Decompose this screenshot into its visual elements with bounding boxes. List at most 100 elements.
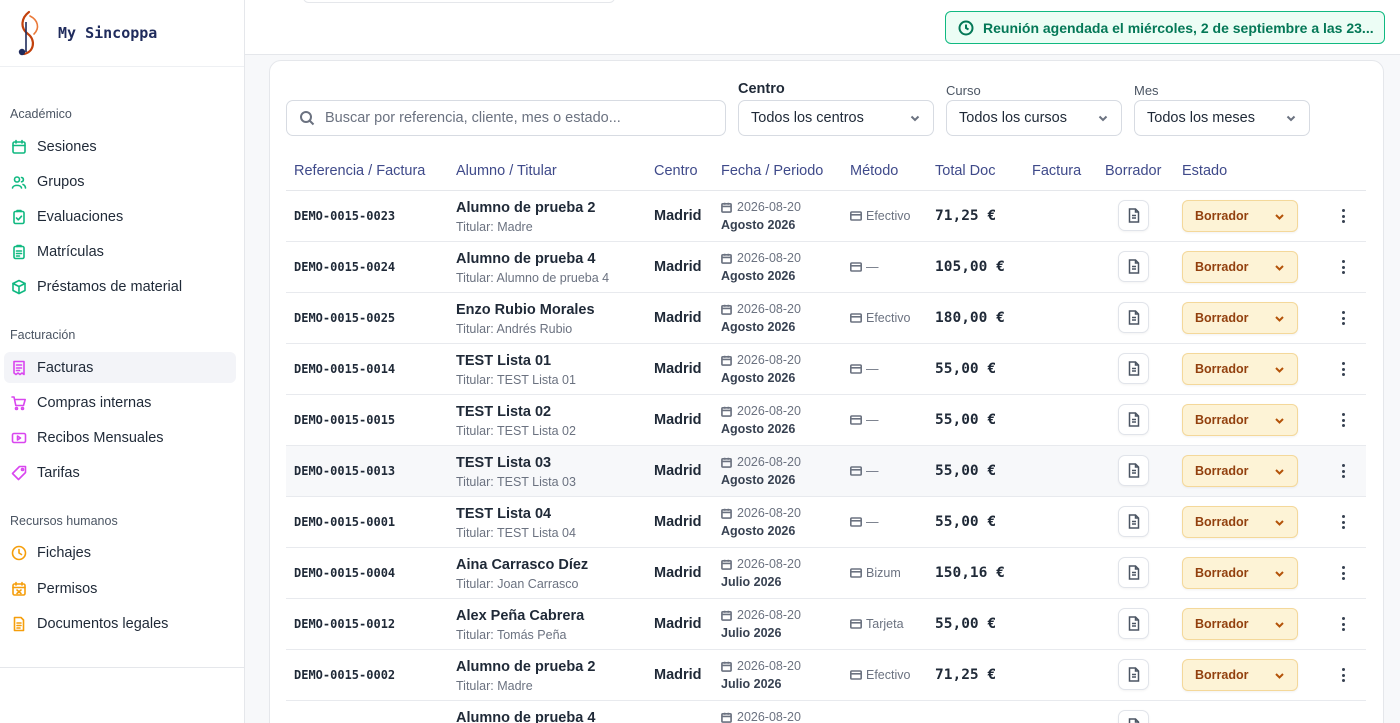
table-row[interactable]: Alumno de prueba 4 2026-08-20 [286,701,1366,723]
sidebar-item-compras-internas[interactable]: Compras internas [4,387,236,418]
row-actions-button[interactable] [1336,613,1350,635]
col-alumno[interactable]: Alumno / Titular [456,163,557,179]
row-actions-button[interactable] [1336,664,1350,686]
account-holder: Titular: Alumno de prueba 4 [456,271,610,285]
draft-document-button[interactable] [1118,251,1149,282]
table-row[interactable]: DEMO-0015-0025 Enzo Rubio Morales Titular:… [286,293,1366,344]
row-actions-button[interactable] [1336,256,1350,278]
sidebar-item-grupos[interactable]: Grupos [4,166,236,197]
centro-filter-label: Centro [738,81,785,97]
table-row[interactable]: DEMO-0015-0024 Alumno de prueba 4 Titular:… [286,242,1366,293]
document-total: 71,25 € [935,208,997,224]
sidebar-item-sesiones[interactable]: Sesiones [4,131,236,162]
sidebar-item-documentos-legales[interactable]: Documentos legales [4,608,236,639]
sidebar-footer [0,667,244,723]
table-row[interactable]: DEMO-0015-0014 TEST Lista 01 Titular: TEST… [286,344,1366,395]
draft-document-button[interactable] [1118,353,1149,384]
nav-section-title: Académico [10,107,72,121]
row-actions-button[interactable] [1336,307,1350,329]
col-fecha[interactable]: Fecha / Periodo [721,163,823,179]
status-select[interactable]: Borrador [1182,506,1298,538]
draft-document-button[interactable] [1118,608,1149,639]
invoice-date: 2026-08-20 [721,302,801,316]
row-actions-button[interactable] [1336,511,1350,533]
chevron-down-icon [1275,468,1284,475]
center-name: Madrid [654,667,702,683]
status-select[interactable]: Borrador [1182,302,1298,334]
meeting-notice[interactable]: Reunión agendada el miércoles, 2 de sept… [945,11,1385,44]
invoice-reference[interactable]: DEMO-0015-0025 [294,311,395,325]
invoice-reference[interactable]: DEMO-0015-0023 [294,209,395,223]
invoice-date-text: 2026-08-20 [737,353,801,367]
search-input[interactable] [325,110,715,126]
table-row[interactable]: DEMO-0015-0001 TEST Lista 04 Titular: TEST… [286,497,1366,548]
sidebar-item-matriculas[interactable]: Matrículas [4,237,236,268]
payment-method: Efectivo [850,668,910,682]
billing-period: Julio 2026 [721,626,782,640]
brand[interactable]: My Sincoppa [0,0,244,67]
draft-document-button[interactable] [1118,557,1149,588]
invoice-reference[interactable]: DEMO-0015-0015 [294,413,395,427]
invoice-search[interactable] [286,100,726,136]
mes-select-value: Todos los meses [1147,110,1255,126]
col-estado[interactable]: Estado [1182,163,1227,179]
status-select[interactable]: Borrador [1182,251,1298,283]
document-icon [1128,361,1139,376]
table-row[interactable]: DEMO-0015-0004 Aina Carrasco Díez Titular:… [286,548,1366,599]
draft-document-button[interactable] [1118,659,1149,690]
draft-document-button[interactable] [1118,200,1149,231]
document-icon [1128,718,1139,723]
mes-select[interactable]: Todos los meses [1134,100,1310,136]
status-select[interactable]: Borrador [1182,455,1298,487]
draft-document-button[interactable] [1118,506,1149,537]
status-select[interactable]: Borrador [1182,200,1298,232]
draft-document-button[interactable] [1118,455,1149,486]
invoice-reference[interactable]: DEMO-0015-0013 [294,464,395,478]
table-row[interactable]: DEMO-0015-0023 Alumno de prueba 2 Titular:… [286,191,1366,242]
row-actions-button[interactable] [1336,460,1350,482]
col-borrador[interactable]: Borrador [1105,163,1161,179]
table-header: Referencia / Factura Alumno / Titular Ce… [286,153,1366,191]
invoice-reference[interactable]: DEMO-0015-0014 [294,362,395,376]
sidebar-item-facturas[interactable]: Facturas [4,352,236,383]
status-select[interactable]: Borrador [1182,404,1298,436]
draft-document-button[interactable] [1118,302,1149,333]
col-total[interactable]: Total Doc [935,163,995,179]
draft-document-button[interactable] [1118,404,1149,435]
col-centro[interactable]: Centro [654,163,698,179]
sidebar-item-prestamos-de-material[interactable]: Préstamos de material [4,272,236,303]
credit-card-icon [850,466,862,476]
top-search-box[interactable] [303,0,615,3]
table-row[interactable]: DEMO-0015-0002 Alumno de prueba 2 Titular:… [286,650,1366,701]
draft-document-button[interactable] [1118,710,1149,723]
status-select[interactable]: Borrador [1182,608,1298,640]
invoice-reference[interactable]: DEMO-0015-0002 [294,668,395,682]
status-select[interactable]: Borrador [1182,659,1298,691]
invoice-reference[interactable]: DEMO-0015-0004 [294,566,395,580]
row-actions-button[interactable] [1336,562,1350,584]
status-select[interactable]: Borrador [1182,353,1298,385]
row-actions-button[interactable] [1336,409,1350,431]
sidebar-item-label: Sesiones [37,138,97,155]
table-row[interactable]: DEMO-0015-0015 TEST Lista 02 Titular: TEST… [286,395,1366,446]
table-row[interactable]: DEMO-0015-0012 Alex Peña Cabrera Titular: … [286,599,1366,650]
sidebar-item-permisos[interactable]: Permisos [4,573,236,604]
sidebar-item-tarifas[interactable]: Tarifas [4,458,236,489]
row-actions-button[interactable] [1336,358,1350,380]
centro-select[interactable]: Todos los centros [738,100,934,136]
sidebar-item-recibos-mensuales[interactable]: Recibos Mensuales [4,422,236,453]
sidebar-item-fichajes[interactable]: Fichajes [4,538,236,569]
invoice-reference[interactable]: DEMO-0015-0024 [294,260,395,274]
status-select[interactable]: Borrador [1182,557,1298,589]
chevron-down-icon [1098,115,1108,122]
col-factura[interactable]: Factura [1032,163,1081,179]
invoice-reference[interactable]: DEMO-0015-0012 [294,617,395,631]
col-metodo[interactable]: Método [850,163,898,179]
invoice-reference[interactable]: DEMO-0015-0001 [294,515,395,529]
col-referencia[interactable]: Referencia / Factura [294,163,425,179]
sidebar-item-evaluaciones[interactable]: Evaluaciones [4,201,236,232]
row-actions-button[interactable] [1336,205,1350,227]
curso-select[interactable]: Todos los cursos [946,100,1122,136]
table-row[interactable]: DEMO-0015-0013 TEST Lista 03 Titular: TEST… [286,446,1366,497]
credit-card-icon [850,313,862,323]
